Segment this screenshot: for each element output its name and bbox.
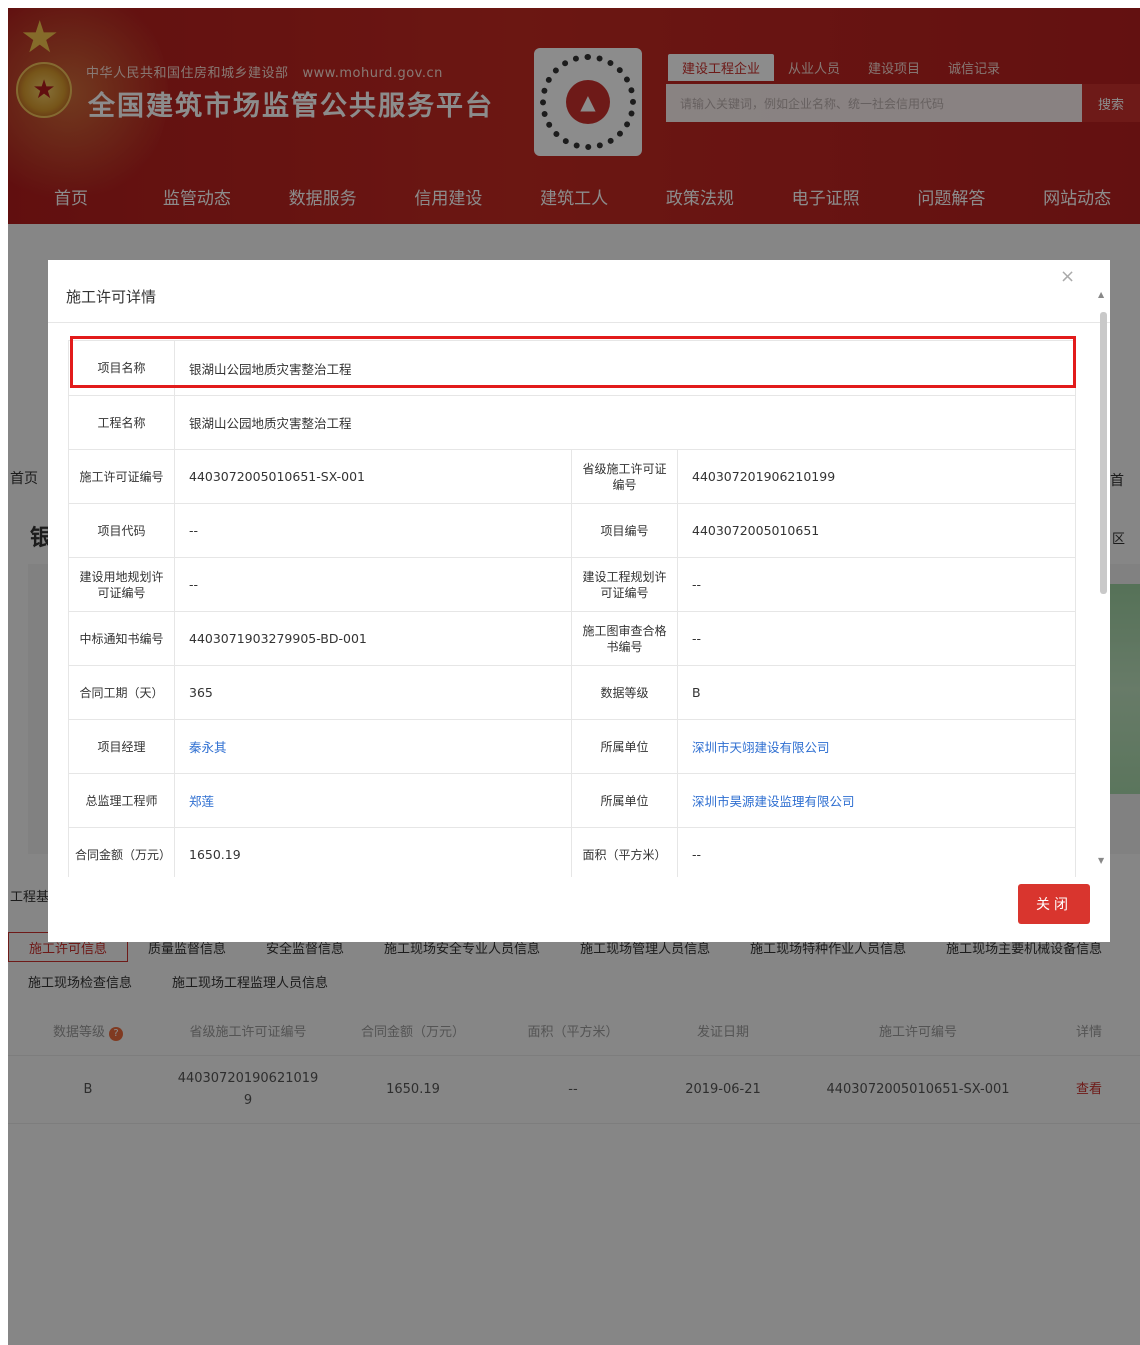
label-area: 面积（平方米） bbox=[572, 828, 678, 877]
value-prov-permit-no: 440307201906210199 bbox=[692, 469, 836, 484]
value-area: -- bbox=[692, 847, 702, 862]
value-project-manager-cell: 秦永其 bbox=[175, 720, 572, 773]
detail-row-bid-notice: 中标通知书编号 4403071903279905-BD-001 施工图审查合格书… bbox=[69, 611, 1075, 665]
detail-row-permit-no: 施工许可证编号 4403072005010651-SX-001 省级施工许可证编… bbox=[69, 449, 1075, 503]
project-manager-link[interactable]: 秦永其 bbox=[189, 737, 227, 756]
value-chief-supervisor-cell: 郑莲 bbox=[175, 774, 572, 827]
label-contract-amount: 合同金额（万元） bbox=[69, 828, 175, 877]
modal-divider bbox=[48, 322, 1110, 323]
label-contract-period: 合同工期（天） bbox=[69, 666, 175, 719]
chief-supervisor-link[interactable]: 郑莲 bbox=[189, 791, 214, 810]
label-supervisor-company: 所属单位 bbox=[572, 774, 678, 827]
detail-row-contract-period: 合同工期（天） 365 数据等级 B bbox=[69, 665, 1075, 719]
detail-table: 项目名称 银湖山公园地质灾害整治工程 工程名称 银湖山公园地质灾害整治工程 施工… bbox=[68, 340, 1076, 877]
page: ★ ★ 中华人民共和国住房和城乡建设部 www.mohurd.gov.cn 全国建… bbox=[8, 8, 1140, 1345]
value-drawing-review-cert: -- bbox=[692, 631, 702, 646]
label-land-planning-permit: 建设用地规划许可证编号 bbox=[69, 558, 175, 611]
value-manager-company-cell: 深圳市天翊建设有限公司 bbox=[678, 720, 1072, 773]
label-data-level: 数据等级 bbox=[572, 666, 678, 719]
detail-row-project-code: 项目代码 -- 项目编号 4403072005010651 bbox=[69, 503, 1075, 557]
label-drawing-review-cert: 施工图审查合格书编号 bbox=[572, 612, 678, 665]
detail-row-contract-amount: 合同金额（万元） 1650.19 面积（平方米） -- bbox=[69, 827, 1075, 877]
close-icon[interactable]: × bbox=[1060, 266, 1075, 287]
detail-row-planning-permits: 建设用地规划许可证编号 -- 建设工程规划许可证编号 -- bbox=[69, 557, 1075, 611]
value-engineering-name: 银湖山公园地质灾害整治工程 bbox=[189, 416, 352, 431]
scroll-up-arrow-icon[interactable]: ▲ bbox=[1098, 290, 1104, 299]
value-project-code: -- bbox=[175, 504, 572, 557]
modal-title: 施工许可详情 bbox=[66, 288, 157, 306]
scrollbar-thumb[interactable] bbox=[1100, 312, 1107, 594]
highlight-box bbox=[70, 336, 1076, 388]
permit-detail-modal: 施工许可详情 × 项目名称 银湖山公园地质灾害整治工程 工程名称 银湖山公园地质… bbox=[48, 260, 1110, 942]
label-project-manager: 项目经理 bbox=[69, 720, 175, 773]
value-bid-notice-no: 4403071903279905-BD-001 bbox=[175, 612, 572, 665]
value-land-planning-permit: -- bbox=[175, 558, 572, 611]
detail-row-project-manager: 项目经理 秦永其 所属单位 深圳市天翊建设有限公司 bbox=[69, 719, 1075, 773]
value-project-number: 4403072005010651 bbox=[692, 523, 820, 538]
scroll-down-arrow-icon[interactable]: ▼ bbox=[1098, 856, 1104, 865]
detail-row-engineering-name: 工程名称 银湖山公园地质灾害整治工程 bbox=[69, 395, 1075, 449]
close-button[interactable]: 关闭 bbox=[1018, 884, 1090, 924]
label-bid-notice-no: 中标通知书编号 bbox=[69, 612, 175, 665]
label-project-code: 项目代码 bbox=[69, 504, 175, 557]
label-permit-no: 施工许可证编号 bbox=[69, 450, 175, 503]
value-construction-planning-permit: -- bbox=[692, 577, 702, 592]
label-engineering-name: 工程名称 bbox=[69, 396, 175, 449]
value-contract-amount: 1650.19 bbox=[175, 828, 572, 877]
supervisor-company-link[interactable]: 深圳市昊源建设监理有限公司 bbox=[692, 791, 855, 810]
label-prov-permit-no: 省级施工许可证编号 bbox=[572, 450, 678, 503]
value-supervisor-company-cell: 深圳市昊源建设监理有限公司 bbox=[678, 774, 1072, 827]
label-construction-planning-permit: 建设工程规划许可证编号 bbox=[572, 558, 678, 611]
value-data-level: B bbox=[692, 685, 701, 700]
detail-row-chief-supervisor: 总监理工程师 郑莲 所属单位 深圳市昊源建设监理有限公司 bbox=[69, 773, 1075, 827]
value-contract-period: 365 bbox=[175, 666, 572, 719]
manager-company-link[interactable]: 深圳市天翊建设有限公司 bbox=[692, 737, 830, 756]
label-project-number: 项目编号 bbox=[572, 504, 678, 557]
value-permit-no: 4403072005010651-SX-001 bbox=[175, 450, 572, 503]
modal-body: 项目名称 银湖山公园地质灾害整治工程 工程名称 银湖山公园地质灾害整治工程 施工… bbox=[66, 340, 1078, 877]
label-manager-company: 所属单位 bbox=[572, 720, 678, 773]
label-chief-supervisor: 总监理工程师 bbox=[69, 774, 175, 827]
